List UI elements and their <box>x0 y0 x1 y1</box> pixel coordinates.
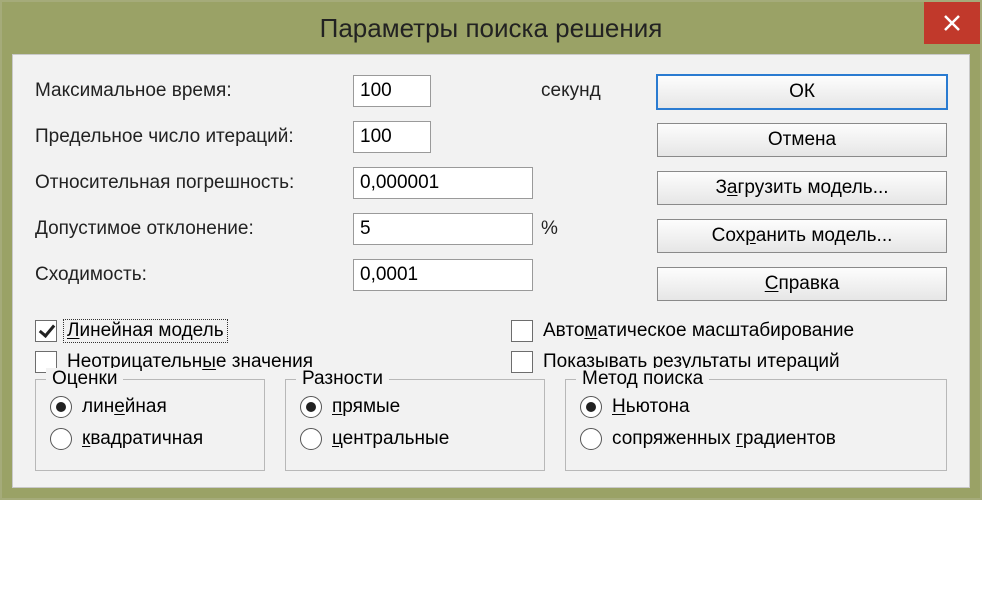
window-title: Параметры поиска решения <box>320 13 663 44</box>
radio-icon <box>50 428 72 450</box>
help-button[interactable]: Справка <box>657 267 947 301</box>
legend-differences: Разности <box>296 368 389 390</box>
unit-seconds: секунд <box>541 80 601 102</box>
action-buttons: ОК Отмена Загрузить модель... Сохранить … <box>657 75 947 301</box>
row-max-iter: Предельное число итераций: <box>35 121 627 153</box>
checkbox-icon <box>35 320 57 342</box>
legend-search-method: Метод поиска <box>576 368 709 390</box>
label-max-time: Максимальное время: <box>35 80 345 102</box>
radio-icon <box>580 428 602 450</box>
unit-percent: % <box>541 218 601 240</box>
cancel-button[interactable]: Отмена <box>657 123 947 157</box>
label-tolerance: Относительная погрешность: <box>35 172 345 194</box>
solver-options-dialog: Параметры поиска решения Максимальное вр… <box>0 0 982 500</box>
radio-search-newton[interactable]: Ньютона <box>580 396 932 418</box>
check-linear-model[interactable]: Линейная модель <box>35 319 471 343</box>
ok-button[interactable]: ОК <box>657 75 947 109</box>
check-linear-model-label: Линейная модель <box>63 319 228 343</box>
radio-icon <box>50 396 72 418</box>
radio-search-conjugate-label: сопряженных градиентов <box>612 428 836 450</box>
checkbox-icon <box>511 320 533 342</box>
check-auto-scaling-label: Автоматическое масштабирование <box>543 320 854 342</box>
input-tolerance[interactable] <box>353 167 533 199</box>
close-button[interactable] <box>924 2 980 44</box>
label-convergence: Сходимость: <box>35 264 345 286</box>
row-tolerance: Относительная погрешность: <box>35 167 627 199</box>
group-estimates: Оценки линейная квадратичная <box>35 379 265 471</box>
radio-search-conjugate[interactable]: сопряженных градиентов <box>580 428 932 450</box>
radio-estimates-linear-label: линейная <box>82 396 167 418</box>
dialog-content: Максимальное время: секунд Предельное чи… <box>12 54 970 488</box>
checkbox-icon <box>511 351 533 373</box>
input-max-iter[interactable] <box>353 121 431 153</box>
legend-estimates: Оценки <box>46 368 123 390</box>
radio-icon <box>300 396 322 418</box>
label-max-iter: Предельное число итераций: <box>35 126 345 148</box>
radio-estimates-quadratic-label: квадратичная <box>82 428 203 450</box>
input-max-time[interactable] <box>353 75 431 107</box>
group-differences: Разности прямые центральные <box>285 379 545 471</box>
row-convergence: Сходимость: <box>35 259 627 291</box>
titlebar: Параметры поиска решения <box>2 2 980 54</box>
input-allowed-deviation[interactable] <box>353 213 533 245</box>
row-allowed-deviation: Допустимое отклонение: % <box>35 213 627 245</box>
check-auto-scaling[interactable]: Автоматическое масштабирование <box>511 319 947 343</box>
input-convergence[interactable] <box>353 259 533 291</box>
load-model-button[interactable]: Загрузить модель... <box>657 171 947 205</box>
radio-estimates-quadratic[interactable]: квадратичная <box>50 428 250 450</box>
close-icon <box>943 14 961 32</box>
radio-icon <box>580 396 602 418</box>
option-groups: Оценки линейная квадратичная Разности пр… <box>35 379 947 471</box>
radio-diff-central[interactable]: центральные <box>300 428 530 450</box>
param-rows: Максимальное время: секунд Предельное чи… <box>35 75 627 301</box>
radio-search-newton-label: Ньютона <box>612 396 690 418</box>
radio-diff-central-label: центральные <box>332 428 449 450</box>
save-model-button[interactable]: Сохранить модель... <box>657 219 947 253</box>
group-search-method: Метод поиска Ньютона сопряженных градиен… <box>565 379 947 471</box>
radio-diff-forward-label: прямые <box>332 396 400 418</box>
radio-icon <box>300 428 322 450</box>
label-allowed-deviation: Допустимое отклонение: <box>35 218 345 240</box>
radio-diff-forward[interactable]: прямые <box>300 396 530 418</box>
radio-estimates-linear[interactable]: линейная <box>50 396 250 418</box>
row-max-time: Максимальное время: секунд <box>35 75 627 107</box>
checkbox-grid: Линейная модель Автоматическое масштабир… <box>35 319 947 373</box>
